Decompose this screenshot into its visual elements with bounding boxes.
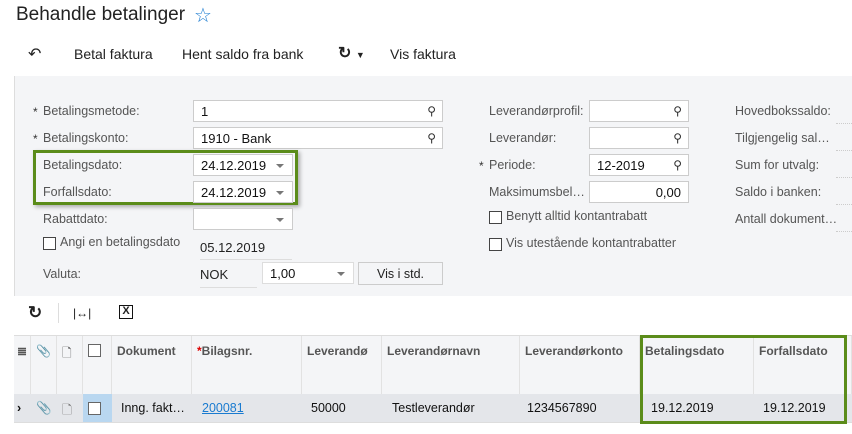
notes-column-icon: ≣ bbox=[14, 336, 31, 394]
periode-input[interactable]: 12-2019 ⚲ bbox=[589, 154, 689, 176]
chevron-down-icon bbox=[337, 272, 345, 276]
col-leverandor[interactable]: Leverandø bbox=[302, 336, 382, 394]
attachment-column-icon: 📎 bbox=[31, 336, 57, 394]
col-leverandornavn[interactable]: Leverandørnavn bbox=[382, 336, 520, 394]
chevron-down-icon bbox=[276, 218, 284, 222]
cell-leverandorkonto: 1234567890 bbox=[520, 394, 640, 423]
betalingsdato-label: Betalingsdato: bbox=[43, 158, 123, 172]
summary-antall: Antall dokument… bbox=[735, 212, 838, 226]
search-icon: ⚲ bbox=[673, 158, 682, 172]
export-excel-icon[interactable]: X bbox=[119, 305, 133, 319]
rate-dropdown[interactable]: 1,00 bbox=[262, 262, 354, 284]
pay-invoice-button[interactable]: Betal faktura bbox=[74, 46, 153, 62]
vis-utestaende-label: Vis utestående kontantrabatter bbox=[506, 236, 677, 250]
summary-sum-utvalg: Sum for utvalg: bbox=[735, 158, 820, 172]
maksimum-label: Maksimumsbel… bbox=[489, 185, 585, 199]
angi-date-value: 05.12.2019 bbox=[200, 240, 292, 260]
file-icon[interactable]: 🗋 bbox=[57, 394, 83, 423]
periode-label: Periode: bbox=[489, 158, 536, 172]
leverandor-label: Leverandør: bbox=[489, 131, 557, 145]
row-checkbox-cell[interactable] bbox=[83, 394, 112, 423]
forfallsdato-label: Forfallsdato: bbox=[43, 185, 112, 199]
summary-saldo-banken: Saldo i banken: bbox=[735, 185, 822, 199]
cell-bilagsnr-link[interactable]: 200081 bbox=[192, 394, 302, 423]
summary-hovedbokssaldo: Hovedbokssaldo: bbox=[735, 104, 831, 118]
col-leverandorkonto[interactable]: Leverandørkonto bbox=[520, 336, 640, 394]
vis-utestaende-checkbox[interactable] bbox=[489, 238, 502, 251]
fetch-balance-button[interactable]: Hent saldo fra bank bbox=[182, 46, 303, 62]
refresh-dropdown-icon[interactable]: ↻ ▼ bbox=[338, 43, 365, 63]
cell-leverandor: 50000 bbox=[302, 394, 382, 423]
search-icon: ⚲ bbox=[673, 104, 682, 118]
rabattdato-input[interactable] bbox=[193, 208, 293, 230]
refresh-icon[interactable]: ↻ bbox=[28, 303, 42, 323]
select-all-header[interactable] bbox=[83, 336, 112, 394]
file-column-icon: 🗋 bbox=[57, 336, 83, 394]
benytt-label: Benytt alltid kontantrabatt bbox=[506, 209, 648, 223]
betalingsdato-input[interactable]: 24.12.2019 bbox=[193, 154, 293, 176]
undo-icon[interactable]: ↶ bbox=[28, 44, 41, 64]
chevron-down-icon bbox=[276, 164, 284, 168]
angi-checkbox[interactable] bbox=[43, 237, 56, 250]
maksimum-input[interactable]: 0,00 bbox=[589, 181, 689, 203]
attachment-icon[interactable]: 📎 bbox=[31, 394, 57, 423]
benytt-checkbox[interactable] bbox=[489, 211, 502, 224]
betalingsmetode-input[interactable]: 1 ⚲ bbox=[193, 100, 443, 122]
page-title: Behandle betalinger bbox=[16, 4, 186, 25]
cell-leverandornavn: Testleverandør bbox=[382, 394, 520, 423]
summary-tilgjengelig: Tilgjengelig sal… bbox=[735, 131, 830, 145]
search-icon: ⚲ bbox=[673, 131, 682, 145]
betalingskonto-input[interactable]: 1910 - Bank ⚲ bbox=[193, 127, 443, 149]
grid-highlight-box bbox=[640, 335, 847, 424]
vis-i-std-button[interactable]: Vis i std. bbox=[358, 262, 443, 285]
favorite-star-icon[interactable]: ☆ bbox=[194, 3, 212, 28]
cell-dokument: Inng. fakt… bbox=[112, 394, 192, 423]
leverandorprofil-input[interactable]: ⚲ bbox=[589, 100, 689, 122]
leverandorprofil-label: Leverandørprofil: bbox=[489, 104, 584, 118]
search-icon: ⚲ bbox=[427, 131, 436, 145]
chevron-down-icon bbox=[276, 191, 284, 195]
rabattdato-label: Rabattdato: bbox=[43, 212, 108, 226]
show-invoice-button[interactable]: Vis faktura bbox=[390, 46, 456, 62]
currency-value: NOK bbox=[200, 267, 257, 288]
betalingskonto-label: Betalingskonto: bbox=[43, 131, 129, 145]
betalingsmetode-label: Betalingsmetode: bbox=[43, 104, 140, 118]
row-expand-icon[interactable]: › bbox=[14, 394, 31, 423]
search-icon: ⚲ bbox=[427, 104, 436, 118]
valuta-label: Valuta: bbox=[43, 267, 81, 281]
fit-columns-icon[interactable]: |↔| bbox=[73, 306, 91, 320]
angi-label: Angi en betalingsdato bbox=[60, 235, 181, 249]
forfallsdato-input[interactable]: 24.12.2019 bbox=[193, 181, 293, 203]
col-bilagsnr[interactable]: *Bilagsnr. bbox=[192, 336, 302, 394]
col-dokument[interactable]: Dokument bbox=[112, 336, 192, 394]
leverandor-input[interactable]: ⚲ bbox=[589, 127, 689, 149]
